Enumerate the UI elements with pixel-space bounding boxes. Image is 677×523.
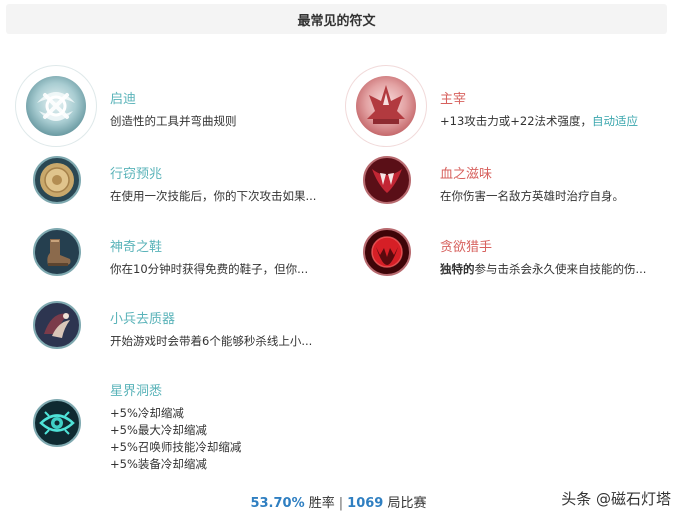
rune-desc-omen: 在使用一次技能后，你的下次攻击如果...: [110, 189, 317, 203]
rune-name-boots: 神奇之鞋: [110, 240, 163, 255]
stats-separator: |: [338, 496, 344, 511]
boots-icon: [33, 228, 81, 276]
winrate-label: 胜率: [308, 496, 335, 511]
rune-desc-ravenous-hunter: 独特的参与击杀会永久使来自技能的伤...: [440, 261, 646, 278]
rune-name-cosmic-insight: 星界洞悉: [110, 384, 163, 399]
rune-name-inspiration: 启迪: [110, 92, 137, 107]
glacial-rune-icon: [26, 76, 86, 136]
unique-bold-label: 独特的: [440, 262, 475, 276]
rune-desc-cosmic-insight-line-3: +5%召唤师技能冷却缩减: [110, 440, 242, 454]
cosmic-insight-icon-wrap[interactable]: [32, 398, 82, 448]
section-title: 最常见的符文: [297, 13, 376, 29]
rune-desc-ravenous-hunter-text: 参与击杀会永久使来自技能的伤...: [474, 262, 647, 276]
ravenous-hunter-icon: [363, 228, 411, 276]
rune-desc-cosmic-insight-line-1: +5%冷却缩减: [110, 406, 184, 420]
watermark: 头条 @磁石灯塔: [561, 490, 671, 508]
rune-desc-domination-text: +13攻击力或+22法术强度，: [440, 114, 593, 128]
rune-desc-cosmic-insight-line-4: +5%装备冷却缩减: [110, 457, 207, 471]
rune-name-minion-dematerializer: 小兵去质器: [110, 312, 176, 327]
rune-name-domination: 主宰: [440, 92, 467, 107]
cosmic-eye-icon: [33, 399, 81, 447]
taste-of-blood-icon-wrap[interactable]: [362, 155, 412, 205]
section-header: 最常见的符文: [6, 4, 667, 34]
ravenous-hunter-icon-wrap[interactable]: [362, 227, 412, 277]
rune-name-taste-of-blood: 血之滋味: [440, 167, 493, 182]
omen-icon-wrap[interactable]: [32, 155, 82, 205]
rune-desc-cosmic-insight-line-2: +5%最大冷却缩减: [110, 423, 207, 437]
rune-desc-taste-of-blood: 在你伤害一名敌方英雄时治疗自身。: [440, 189, 624, 203]
minion-dematerializer-icon: [33, 301, 81, 349]
boots-icon-wrap[interactable]: [32, 227, 82, 277]
adaptive-highlight: 自动适应: [592, 114, 639, 128]
domination-icon-ring[interactable]: [346, 66, 426, 146]
rune-desc-minion-dematerializer: 开始游戏时会带着6个能够秒杀线上小...: [110, 334, 313, 348]
rune-desc-domination: +13攻击力或+22法术强度，自动适应: [440, 113, 638, 130]
minion-dematerializer-icon-wrap[interactable]: [32, 300, 82, 350]
rune-desc-inspiration: 创造性的工具并弯曲规则: [110, 114, 237, 128]
inspiration-keystone-icon-ring[interactable]: [16, 66, 96, 146]
rune-desc-boots: 你在10分钟时获得免费的鞋子，但你...: [110, 262, 309, 276]
blood-fang-icon: [363, 156, 411, 204]
games-label: 局比赛: [387, 496, 427, 511]
rune-name-omen: 行窃预兆: [110, 167, 163, 182]
games-count: 1069: [347, 496, 384, 511]
winrate-value: 53.70%: [250, 496, 305, 511]
coin-pouch-icon: [33, 156, 81, 204]
rune-name-ravenous-hunter: 贪欲猎手: [440, 240, 493, 255]
domination-icon: [356, 76, 416, 136]
